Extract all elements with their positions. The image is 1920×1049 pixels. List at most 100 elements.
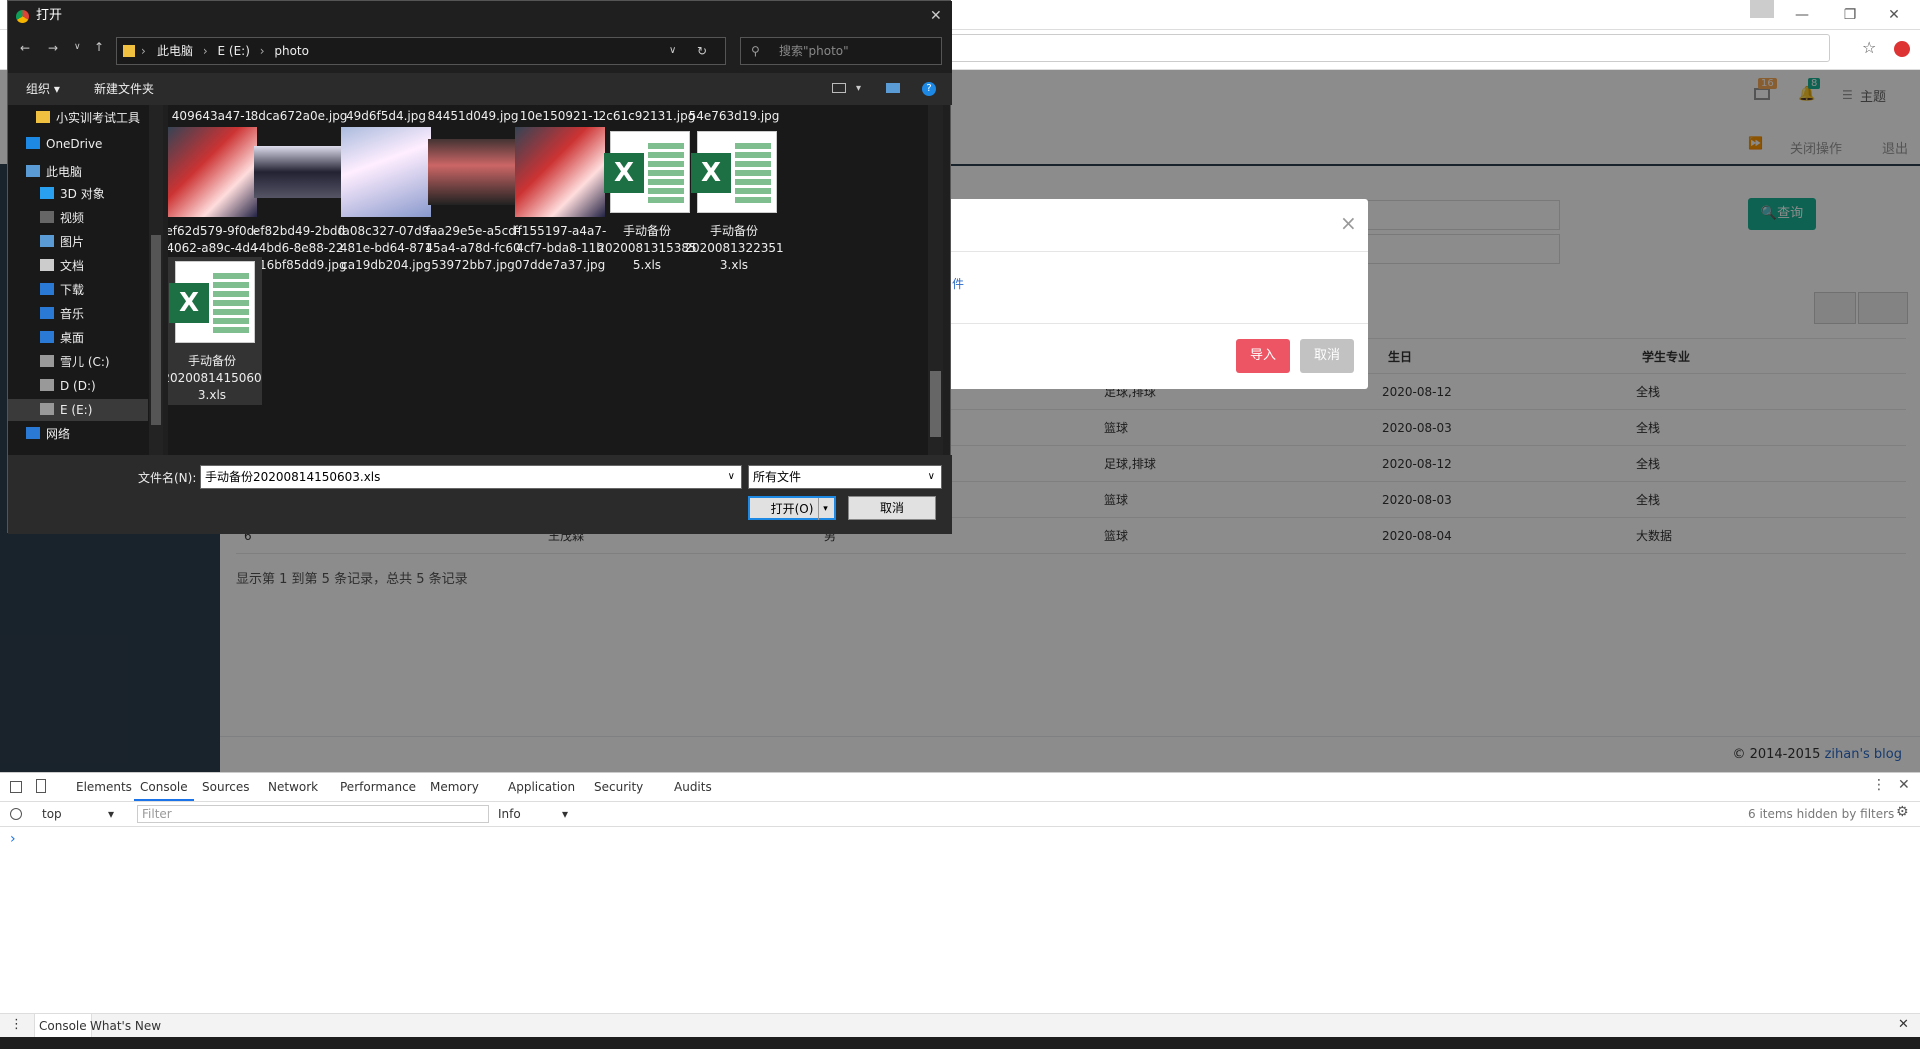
nav-item[interactable]: 此电脑 [26,161,163,183]
drawer-tab-whatsnew[interactable]: What's New [90,1014,161,1038]
path-bar[interactable]: › 此电脑 › E (E:) › photo ∨ ↻ [116,37,726,65]
dialog-close-icon[interactable]: ✕ [930,1,942,31]
restore-button[interactable]: ❐ [1830,4,1870,26]
file-item[interactable]: X 手动备份 2020081415060 3.xls [168,257,262,405]
filename-dropdown-icon[interactable]: ∨ [728,466,735,488]
drawer-menu-icon[interactable]: ⋮ [10,1017,23,1032]
files-scroll-thumb[interactable] [930,371,941,437]
devtools-tab-application[interactable]: Application [502,773,581,801]
dialog-search-input[interactable]: ⚲ 搜索"photo" [740,37,942,65]
file-name-line: fa08c327-07d9- [338,224,434,238]
nav-item[interactable]: OneDrive [26,133,163,155]
path-dropdown-icon[interactable]: ∨ [669,38,676,64]
drawer-tab-console[interactable]: Console [34,1014,92,1038]
path-segment-folder[interactable]: photo [274,44,309,58]
file-item[interactable]: 4f2c-ad73-b3d409643a47-1 [168,105,262,125]
devtools-tab-network[interactable]: Network [262,773,324,801]
filetype-select[interactable]: 所有文件 ∨ [748,465,942,489]
file-item[interactable]: ef82bd49-2bdd -4bd6-8e88-22 816bf85dd9.jpg [249,127,349,274]
preview-pane-icon[interactable] [886,83,900,93]
view-dropdown-icon[interactable]: ▾ [856,73,861,105]
file-item[interactable]: X 手动备份 2020081322351 3.xls [684,127,784,274]
import-button[interactable]: 导入 [1236,339,1290,373]
file-item[interactable]: 4545-83c4-4cfc49d6f5d4.jpg [336,105,436,125]
path-segment-pc[interactable]: 此电脑 [157,44,193,58]
clear-console-icon[interactable] [10,808,22,820]
bookmark-star-icon[interactable]: ☆ [1862,38,1876,57]
devtools-menu-icon[interactable]: ⋮ [1872,777,1886,793]
nav-item[interactable]: 网络 [26,423,163,445]
nav-item[interactable]: 小实训考试工具 [36,107,163,129]
console-prompt[interactable]: › [10,831,16,847]
forward-icon[interactable]: → [48,41,58,55]
file-item[interactable]: -4687-b408-888dca672a0e.jpg [249,105,349,125]
filename-input[interactable]: 手动备份20200814150603.xls ∨ [200,465,742,489]
file-list: 4f2c-ad73-b3d409643a47-1-4687-b408-888dc… [168,105,943,455]
console-settings-icon[interactable]: ⚙ [1896,804,1909,820]
log-level-select[interactable]: Info ▾ [498,807,578,821]
file-item[interactable]: X 手动备份 2020081315385 5.xls [597,127,697,274]
devtools-close-icon[interactable]: ✕ [1898,777,1910,793]
organize-menu[interactable]: 组织 ▾ [26,73,60,105]
nav-item[interactable]: 图片 [40,231,163,253]
nav-item[interactable]: 3D 对象 [40,183,163,205]
devtools-tab-audits[interactable]: Audits [668,773,718,801]
nav-item-label: 图片 [60,235,85,249]
recent-dropdown-icon[interactable]: ∨ [74,42,81,52]
modal-text: 件 [952,277,965,291]
refresh-icon[interactable]: ↻ [697,38,707,64]
nav-item[interactable]: 音乐 [40,303,163,325]
nav-folder-icon [40,211,54,223]
inspect-icon[interactable] [10,781,22,793]
nav-item[interactable]: 桌面 [40,327,163,349]
new-folder-button[interactable]: 新建文件夹 [94,73,154,105]
file-item[interactable]: ff155197-a4a7- 4cf7-bda8-11b 07dde7a37.jpg [510,127,610,274]
file-item[interactable]: -4467-b60e-d12c61c92131.jpg [597,105,697,125]
dialog-cancel-button[interactable]: 取消 [848,496,936,520]
file-item[interactable]: -47d8-8fe7-fe484451d049.jpg [423,105,523,125]
path-sep-icon: › [259,44,265,58]
devtools-tab-security[interactable]: Security [588,773,649,801]
devtools-tab-console[interactable]: Console [134,773,194,801]
nav-item[interactable]: 视频 [40,207,163,229]
device-toggle-icon[interactable] [36,779,46,793]
extension-icon[interactable] [1894,41,1910,57]
path-segment-drive[interactable]: E (E:) [217,44,249,58]
nav-item[interactable]: D (D:) [40,375,163,397]
devtools-tab-sources[interactable]: Sources [196,773,255,801]
file-item[interactable]: faa29e5e-a5cd- 45a4-a78d-fc60 53972bb7.jpg [423,127,523,274]
address-bar[interactable] [940,34,1830,62]
nav-folder-icon [40,259,54,271]
open-dropdown-icon[interactable]: ▾ [818,498,832,520]
file-item[interactable]: 4509-9725-8cd10e150921-1 [510,105,610,125]
nav-item[interactable]: 下载 [40,279,163,301]
nav-item[interactable]: 雪儿 (C:) [40,351,163,373]
devtools-tab-memory[interactable]: Memory [424,773,485,801]
drawer-close-icon[interactable]: ✕ [1898,1017,1909,1032]
file-name-line: 手动备份 [709,224,758,238]
nav-item[interactable]: 文档 [40,255,163,277]
help-icon[interactable]: ? [922,82,936,96]
nav-item[interactable]: E (E:) [8,399,148,421]
import-modal: × 件 导入 取消 [930,199,1368,389]
nav-folder-icon [40,379,54,391]
file-name-line: 409643a47-1 [171,109,253,123]
modal-close-button[interactable]: × [1340,211,1357,235]
minimize-button[interactable]: — [1782,4,1822,26]
dialog-title: 打开 [36,8,63,23]
nav-folder-icon [40,403,54,415]
back-icon[interactable]: ← [20,41,30,55]
close-window-button[interactable]: ✕ [1874,4,1914,26]
up-icon[interactable]: ↑ [94,40,104,54]
devtools-tab-performance[interactable]: Performance [334,773,422,801]
context-select[interactable]: top ▾ [42,807,122,821]
file-item[interactable]: ef62d579-9f0d-4062-a89c-4d42f6bce5b8.jpg [168,127,262,274]
devtools-tab-elements[interactable]: Elements [70,773,138,801]
view-options-icon[interactable] [832,83,846,93]
open-button[interactable]: 打开(O) ▾ [748,496,836,520]
file-item[interactable]: fa08c327-07d9- 481e-bd64-871 ca19db204.jpg [336,127,436,274]
modal-cancel-button[interactable]: 取消 [1300,339,1354,373]
file-item[interactable]: 4638-b115-65454e763d19.jpg [684,105,784,125]
console-filter-input[interactable]: Filter [137,805,489,823]
profile-avatar-icon[interactable] [1750,0,1774,18]
